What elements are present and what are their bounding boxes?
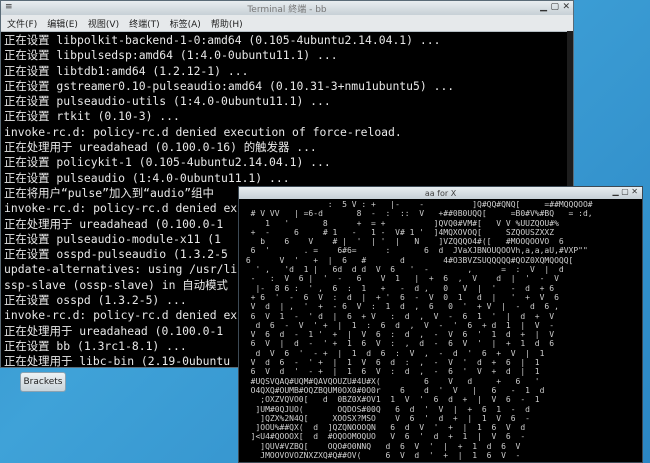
aa-art-line: 6 V ' + | 6 # d 4#O3BVZSUQQQQQ#QOZ0XQMQO… — [241, 255, 574, 265]
menu-terminal[interactable]: 终端(T) — [129, 17, 160, 30]
terminal-line: 正在设置 libpulsedsp:amd64 (1:4.0-0ubuntu11.… — [4, 48, 338, 63]
aa-art-line: O4QXQ#OUMB#OQZBQUM0OX0#0O0r 6 d ' V | 6 … — [241, 385, 545, 395]
aa-art-line: V d 6 - ' + | 1 V 6 d : , - V ' d + 6 | … — [241, 358, 540, 368]
window-title: Terminal 終端 - bb — [247, 4, 327, 15]
menu-tabs[interactable]: 标签(A) — [170, 17, 201, 30]
aa-art-line: ' , 'd 1 | 6d d d V 6 ' - , = : V | d — [241, 265, 564, 275]
menu-edit[interactable]: 编辑(E) — [47, 17, 78, 30]
brackets-launcher[interactable]: Brackets — [20, 372, 66, 392]
aa-art-line: #UQSVQAQ#UQM#QAVQOUZU#4U#X( 6 V d + 6 ' — [241, 376, 545, 386]
aa-art-line: ;OXZVQVO0[ d 0BZ0X#OV1 1 V ' 6 d + | V 6… — [241, 395, 540, 405]
terminal-line: 正在设置 libtdb1:amd64 (1.2.12-1) ... — [4, 63, 249, 78]
minimize-icon[interactable]: ▁ — [540, 2, 547, 12]
terminal-line: 正在处理用于 ureadahead (0.100.0-16) 的触发器 ... — [4, 140, 317, 155]
aa-art-line: + 6 ' - 6 V : d | + ' 6 - V 0 1 d | ' + … — [241, 292, 559, 302]
menu-file[interactable]: 文件(F) — [7, 17, 37, 30]
terminal-titlebar[interactable]: ≡ Terminal 終端 - bb ▁ ▢ ✕ — [1, 1, 573, 15]
terminal-line: 正在设置 rtkit (0.10-3) ... — [4, 109, 180, 124]
aa-art-line: d 6 - V ' + | 1 : 6 d , V - ' 6 + d 1 | … — [241, 320, 555, 330]
aa-art-line: 1 ' 8 + = + ]QVQ0#VM#[ V V %UUZQOU#% — [241, 218, 579, 228]
aa-art-line: - : V 6 | ' - 6 V 1 | + 6 , V d | ' - V — [241, 274, 559, 284]
aa-art-line: : 5 V : + |- - ]Q#QQ#QNQ[ =##MQQQOO# — [241, 200, 617, 209]
aa-art-line: V d | , ' + - 6 V : 1 d , 6 0 ' + V | - … — [241, 302, 559, 312]
aa-art-line: |- 8 6 : ' , 6 : 1 + - d , 0 V | ' - d +… — [241, 283, 559, 293]
aa-art-line: V 6 d - 1 ' + | V 6 : d , - V 6 ' 1 d + … — [241, 330, 555, 340]
aa-art-line: ]OOU%##QX( d ]QZQNOOOQN 6 d V ' + | 1 6 … — [241, 423, 526, 433]
close-icon[interactable]: ✕ — [562, 2, 570, 12]
terminal-line: 正在设置 gstreamer0.10-pulseaudio:amd64 (0.1… — [4, 78, 455, 93]
aa-titlebar[interactable]: aa for X ▁ ▢ ✕ — [239, 187, 642, 199]
aa-art-line: ]UM#0QJUO( OQDOS#00Q 6 d ' V | + 6 1 - d — [241, 404, 530, 414]
aa-art-line: 6 V 1 - ' d | 6 + V : d , V - 6 1 ' | d … — [241, 311, 555, 321]
maximize-icon[interactable]: ▢ — [550, 2, 559, 12]
menu-help[interactable]: 帮助(H) — [211, 17, 243, 30]
aa-art-line: b 6 V # | ' | ' | N ]VZQQQO4#([ #MOOQOOV… — [241, 237, 564, 247]
aa-window-title: aa for X — [424, 188, 457, 198]
aa-art-line: ]<U4#QOOOX[ d #OQOOMOQUO V 6 ' d + 1 | V… — [241, 432, 526, 442]
terminal-line: 正在设置 policykit-1 (0.105-4ubuntu2.14.04.1… — [4, 155, 331, 170]
aa-art-line: 6 V | d - ' + 1 6 V : , d - 6 V ' | + 1 … — [241, 339, 555, 349]
terminal-line: 正在设置 pulseaudio-utils (1:4.0-0ubuntu11.1… — [4, 94, 331, 109]
menu-view[interactable]: 视图(V) — [88, 17, 119, 30]
aa-art-line: ]QUV#VZBQ[ OQO#O0NNQ d 6 V ' | + 1 d 6 V — [241, 441, 521, 451]
aa-art-line: JMOOVOVOZNXZXQ#Q##OV( 6 V d ' + | 1 6 V … — [241, 451, 521, 461]
aa-art-line: 6 ' . = 6#6= : 6 d JVaXJBNOUQOOVh,a,a,aU… — [241, 246, 588, 256]
aa-window[interactable]: aa for X ▁ ▢ ✕ : 5 V : + |- - ]Q#QQ#QNQ[… — [238, 186, 643, 463]
aa-art-display: : 5 V : + |- - ]Q#QQ#QNQ[ =##MQQQOO# # V… — [239, 199, 642, 462]
terminal-line: 正在设置 libpolkit-backend-1-0:amd64 (0.105-… — [4, 33, 441, 47]
aa-art-line: # V VV | =6-d 8 - : :: V +##0B0UQQ[ =B0#… — [241, 209, 593, 219]
aa-art-line: 6 V d ' - + | 1 6 V : d , - 6 ' V + d | … — [241, 367, 540, 377]
aa-art-line: ]QZX%2N4Q[ XOOSX?MSO V 6 ' d + | 1 V 6 - — [241, 413, 530, 423]
terminal-menubar: 文件(F) 编辑(E) 视图(V) 终端(T) 标签(A) 帮助(H) — [1, 15, 573, 32]
menu-icon[interactable]: ≡ — [5, 2, 13, 12]
aa-art-line: d V 6 ' - + | 1 d 6 : V , - d ' 6 + V | … — [241, 348, 545, 358]
aa-window-controls-icon[interactable]: ▁ ▢ ✕ — [613, 187, 639, 196]
aa-art-line: + - 6 # 1 - 1 - V# 1 ' ]4MQXOVOQ[ SZQOUS… — [241, 227, 569, 237]
terminal-line: invoke-rc.d: policy-rc.d denied executio… — [4, 124, 402, 139]
terminal-line: 正在设置 pulseaudio (1:4.0-0ubuntu11.1) ... — [4, 170, 290, 185]
